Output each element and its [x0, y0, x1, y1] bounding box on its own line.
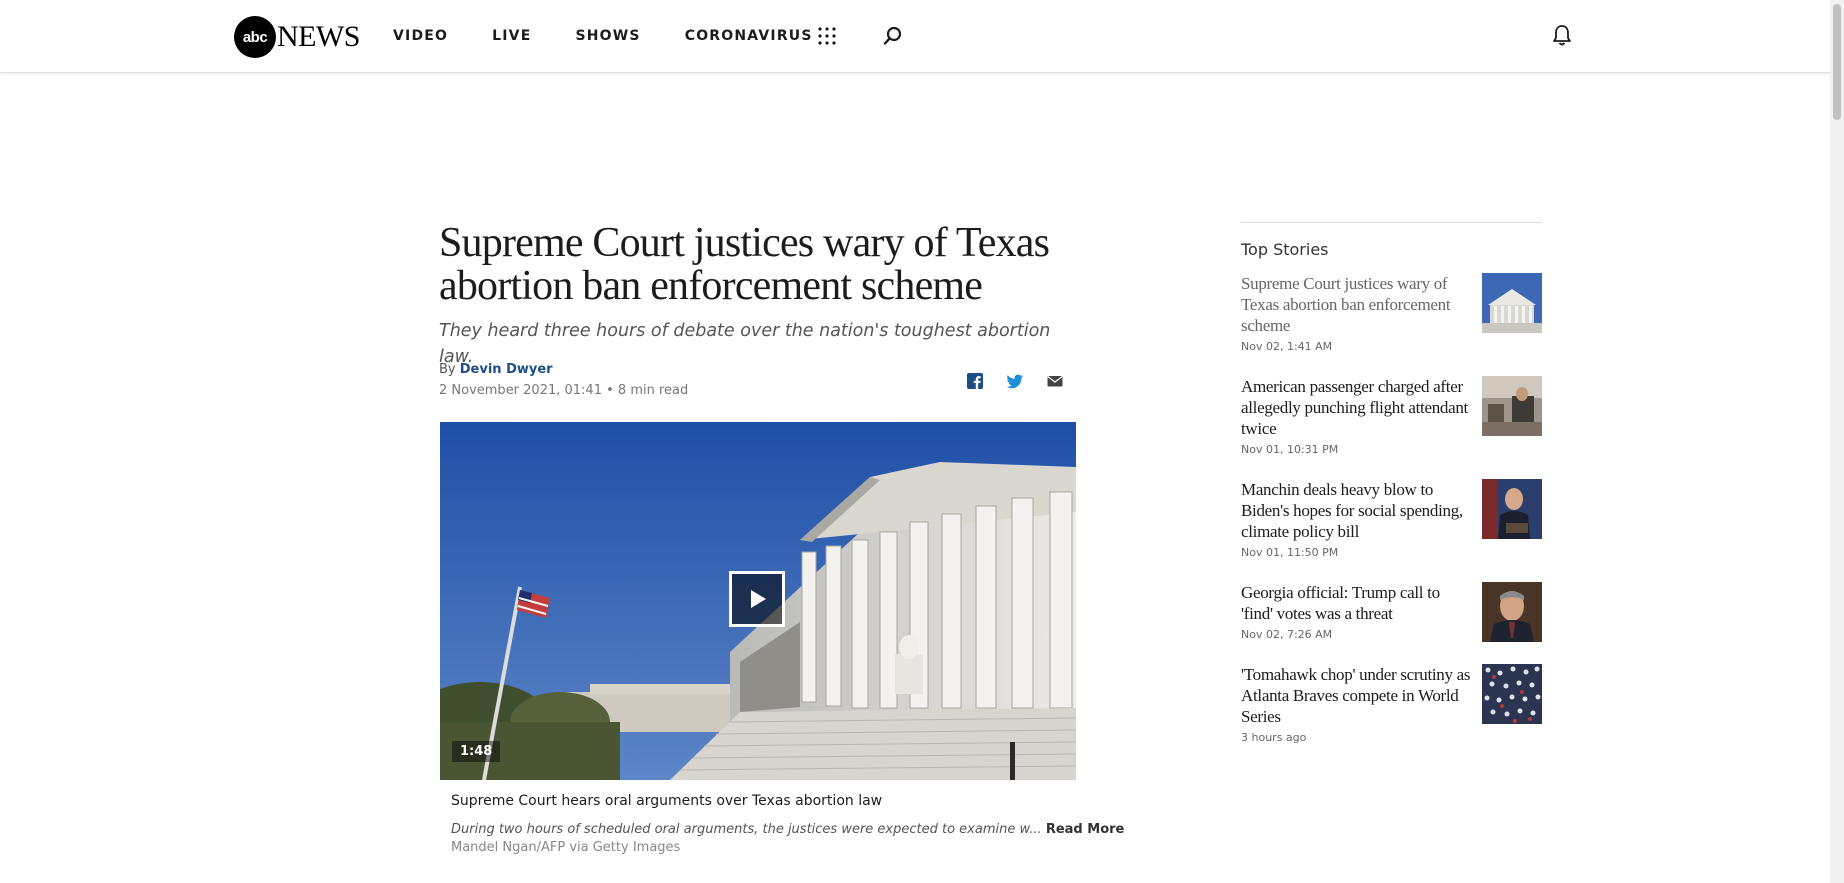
- story-headline[interactable]: Georgia official: Trump call to 'find' v…: [1241, 582, 1471, 624]
- search-icon[interactable]: [883, 26, 903, 46]
- story-text: American passenger charged after alleged…: [1241, 376, 1471, 456]
- story-item[interactable]: Manchin deals heavy blow to Biden's hope…: [1241, 479, 1542, 582]
- byline: By Devin Dwyer: [439, 362, 553, 377]
- story-headline[interactable]: 'Tomahawk chop' under scrutiny as Atlant…: [1241, 664, 1471, 727]
- nav-live[interactable]: LIVE: [492, 26, 531, 46]
- play-button[interactable]: [729, 571, 785, 627]
- page-scrollbar[interactable]: [1830, 0, 1844, 883]
- read-more-link[interactable]: Read More: [1046, 822, 1125, 837]
- story-item[interactable]: Supreme Court justices wary of Texas abo…: [1241, 273, 1542, 376]
- logo-news-wordmark: NEWS: [277, 20, 361, 53]
- video-caption-description: During two hours of scheduled oral argum…: [451, 822, 1124, 837]
- main-nav: VIDEO LIVE SHOWS CORONAVIRUS: [393, 26, 857, 46]
- story-timestamp: Nov 01, 10:31 PM: [1241, 443, 1339, 456]
- grid-icon[interactable]: [818, 27, 836, 45]
- email-icon[interactable]: [1046, 372, 1064, 390]
- story-thumbnail[interactable]: [1482, 582, 1542, 642]
- story-timestamp: Nov 02, 1:41 AM: [1241, 340, 1333, 353]
- video-caption-title: Supreme Court hears oral arguments over …: [451, 793, 883, 809]
- nav-video[interactable]: VIDEO: [393, 26, 448, 46]
- story-headline[interactable]: Manchin deals heavy blow to Biden's hope…: [1241, 479, 1471, 542]
- bell-icon[interactable]: [1552, 24, 1572, 46]
- story-text: Georgia official: Trump call to 'find' v…: [1241, 582, 1471, 641]
- author-link[interactable]: Devin Dwyer: [460, 362, 553, 377]
- story-item[interactable]: Georgia official: Trump call to 'find' v…: [1241, 582, 1542, 664]
- story-item[interactable]: 'Tomahawk chop' under scrutiny as Atlant…: [1241, 664, 1542, 767]
- story-thumbnail[interactable]: [1482, 664, 1542, 724]
- story-timestamp: Nov 01, 11:50 PM: [1241, 546, 1339, 559]
- story-thumbnail[interactable]: [1482, 376, 1542, 436]
- article-headline: Supreme Court justices wary of Texas abo…: [439, 220, 1050, 309]
- story-thumbnail[interactable]: [1482, 273, 1542, 333]
- top-stories-title: Top Stories: [1241, 240, 1329, 259]
- story-text: Supreme Court justices wary of Texas abo…: [1241, 273, 1471, 353]
- story-headline[interactable]: Supreme Court justices wary of Texas abo…: [1241, 273, 1471, 336]
- facebook-icon[interactable]: [966, 372, 984, 390]
- story-timestamp: Nov 02, 7:26 AM: [1241, 628, 1333, 641]
- story-text: Manchin deals heavy blow to Biden's hope…: [1241, 479, 1471, 559]
- nav-shows[interactable]: SHOWS: [575, 26, 640, 46]
- story-headline[interactable]: American passenger charged after alleged…: [1241, 376, 1471, 439]
- story-item[interactable]: American passenger charged after alleged…: [1241, 376, 1542, 479]
- scrollbar-thumb[interactable]: [1833, 4, 1841, 120]
- story-timestamp: 3 hours ago: [1241, 731, 1307, 744]
- read-time: • 8 min read: [606, 383, 689, 398]
- video-player[interactable]: 1:48: [440, 422, 1076, 780]
- abc-news-logo[interactable]: abc NEWS: [234, 16, 361, 58]
- top-navigation-bar: abc NEWS VIDEO LIVE SHOWS CORONAVIRUS: [0, 0, 1830, 73]
- story-thumbnail[interactable]: [1482, 479, 1542, 539]
- photo-credit: Mandel Ngan/AFP via Getty Images: [451, 840, 681, 855]
- story-text: 'Tomahawk chop' under scrutiny as Atlant…: [1241, 664, 1471, 744]
- twitter-icon[interactable]: [1006, 372, 1024, 390]
- publish-date: 2 November 2021, 01:41: [439, 383, 602, 398]
- top-stories-sidebar: Top Stories Supreme Court justices wary …: [1241, 222, 1542, 767]
- nav-coronavirus[interactable]: CORONAVIRUS: [685, 26, 813, 46]
- video-duration: 1:48: [452, 741, 501, 762]
- play-icon: [751, 590, 766, 608]
- article-meta: 2 November 2021, 01:41 • 8 min read: [439, 383, 688, 398]
- byline-prefix: By: [439, 362, 456, 377]
- logo-abc-mark: abc: [234, 16, 276, 58]
- caption-text: During two hours of scheduled oral argum…: [451, 822, 1042, 837]
